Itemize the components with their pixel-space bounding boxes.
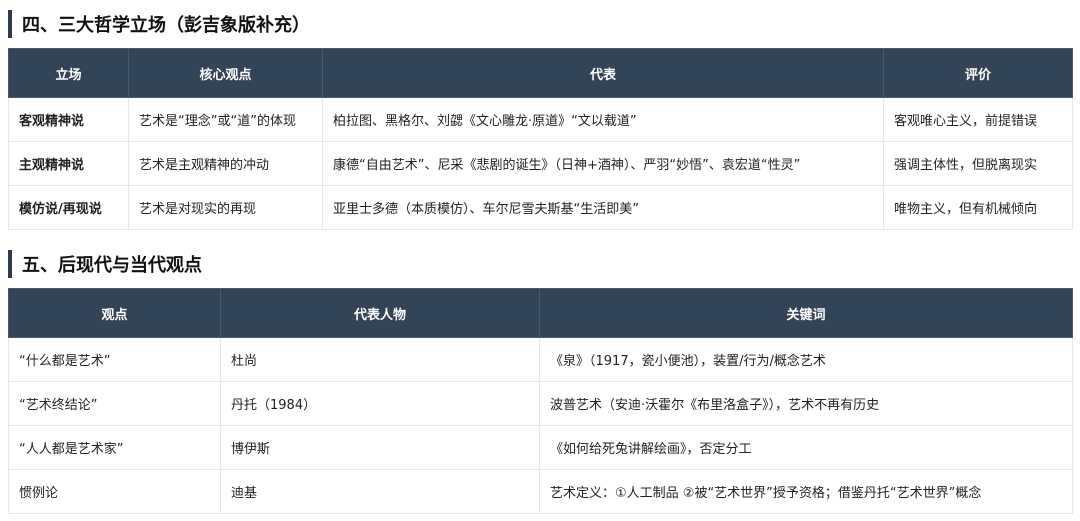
column-header: 评价 — [883, 48, 1073, 98]
table-cell: 客观唯心主义，前提错误 — [883, 97, 1073, 142]
philosophy-table: 立场 核心观点 代表 评价 客观精神说 艺术是“理念”或“道”的体现 柏拉图、黑… — [8, 48, 1073, 230]
table-row: “艺术终结论” 丹托（1984） 波普艺术（安迪·沃霍尔《布里洛盒子》），艺术不… — [8, 381, 1073, 426]
table-cell: 柏拉图、黑格尔、刘勰《文心雕龙·原道》“文以载道” — [322, 97, 884, 142]
table-cell: 艺术是主观精神的冲动 — [128, 141, 323, 186]
table-cell: “艺术终结论” — [8, 381, 221, 426]
table-row: “人人都是艺术家” 博伊斯 《如何给死兔讲解绘画》，否定分工 — [8, 425, 1073, 470]
table-cell: 杜尚 — [220, 337, 540, 382]
column-header: 观点 — [8, 288, 221, 338]
table-cell: 亚里士多德（本质模仿）、车尔尼雪夫斯基“生活即美” — [322, 185, 884, 230]
table-cell: “什么都是艺术” — [8, 337, 221, 382]
table-cell: 强调主体性，但脱离现实 — [883, 141, 1073, 186]
column-header: 代表人物 — [220, 288, 540, 338]
table-row: “什么都是艺术” 杜尚 《泉》（1917，瓷小便池），装置/行为/概念艺术 — [8, 337, 1073, 382]
table-header-row: 观点 代表人物 关键词 — [8, 288, 1073, 338]
column-header: 立场 — [8, 48, 129, 98]
table-cell: 唯物主义，但有机械倾向 — [883, 185, 1073, 230]
table-cell: 《如何给死兔讲解绘画》，否定分工 — [539, 425, 1073, 470]
table-cell: “人人都是艺术家” — [8, 425, 221, 470]
table-cell: 艺术是“理念”或“道”的体现 — [128, 97, 323, 142]
table-cell: 波普艺术（安迪·沃霍尔《布里洛盒子》），艺术不再有历史 — [539, 381, 1073, 426]
column-header: 代表 — [322, 48, 884, 98]
section4-title: 四、三大哲学立场（彭吉象版补充） — [8, 10, 310, 38]
column-header: 核心观点 — [128, 48, 323, 98]
table-cell: 迪基 — [220, 469, 540, 514]
table-header-row: 立场 核心观点 代表 评价 — [8, 48, 1073, 98]
table-row: 惯例论 迪基 艺术定义：①人工制品 ②被“艺术世界”授予资格；借鉴丹托“艺术世界… — [8, 469, 1073, 514]
column-header: 关键词 — [539, 288, 1073, 338]
section5-title: 五、后现代与当代观点 — [8, 250, 202, 278]
table-cell: 艺术定义：①人工制品 ②被“艺术世界”授予资格；借鉴丹托“艺术世界”概念 — [539, 469, 1073, 514]
table-cell: 主观精神说 — [8, 141, 129, 186]
table-cell: 模仿说/再现说 — [8, 185, 129, 230]
table-cell: 客观精神说 — [8, 97, 129, 142]
table-cell: 惯例论 — [8, 469, 221, 514]
postmodern-table: 观点 代表人物 关键词 “什么都是艺术” 杜尚 《泉》（1917，瓷小便池），装… — [8, 288, 1073, 514]
table-row: 客观精神说 艺术是“理念”或“道”的体现 柏拉图、黑格尔、刘勰《文心雕龙·原道》… — [8, 97, 1073, 142]
table-row: 主观精神说 艺术是主观精神的冲动 康德“自由艺术”、尼采《悲剧的诞生》（日神+酒… — [8, 141, 1073, 186]
table-cell: 康德“自由艺术”、尼采《悲剧的诞生》（日神+酒神）、严羽“妙悟”、袁宏道“性灵” — [322, 141, 884, 186]
table-cell: 丹托（1984） — [220, 381, 540, 426]
table-cell: 博伊斯 — [220, 425, 540, 470]
table-cell: 艺术是对现实的再现 — [128, 185, 323, 230]
table-row: 模仿说/再现说 艺术是对现实的再现 亚里士多德（本质模仿）、车尔尼雪夫斯基“生活… — [8, 185, 1073, 230]
table-cell: 《泉》（1917，瓷小便池），装置/行为/概念艺术 — [539, 337, 1073, 382]
